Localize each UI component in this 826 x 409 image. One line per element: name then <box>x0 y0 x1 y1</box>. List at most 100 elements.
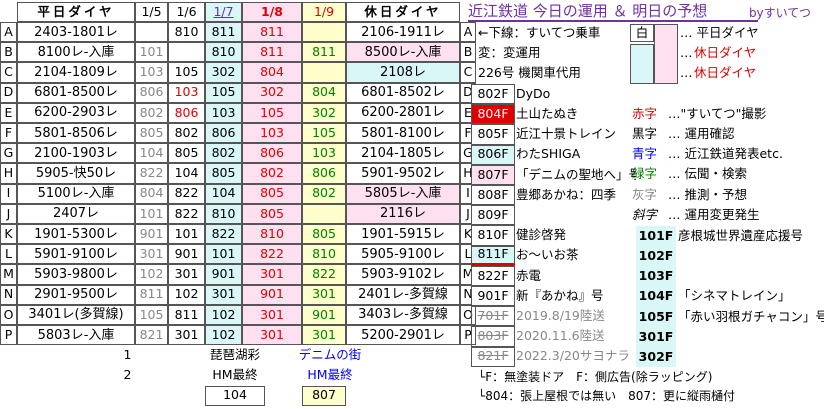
car-G-2: 802 <box>205 143 242 164</box>
car-F-1: 802 <box>168 123 205 144</box>
car-C-1: 105 <box>168 62 205 83</box>
holiday-run-O: 3403レ-多賀線 <box>346 304 460 325</box>
legend-black-desc: … 運用確認 <box>668 125 735 141</box>
row-id-K: K <box>0 224 17 245</box>
weekday-run-A: 2403-1801レ <box>17 22 135 43</box>
car-K-3: 810 <box>242 224 302 245</box>
extra-biwako-0: 琵琶湖彩 <box>209 347 260 363</box>
car-O-2: 102 <box>205 304 242 325</box>
car-L-1: 901 <box>168 244 205 265</box>
car-A-2: 811 <box>205 22 242 43</box>
legend-red-key: 赤字 <box>632 105 658 121</box>
legend-pink-key <box>654 24 678 84</box>
car2-desc-104F: 「シネマトレイン」 <box>678 288 791 304</box>
weekday-run-B: 8100レ-入庫 <box>17 42 135 63</box>
row-id-P: P <box>0 325 17 346</box>
car2-badge-302F: 302F <box>636 347 676 368</box>
row-id-J: J <box>0 203 17 224</box>
car-N-1: 102 <box>168 284 205 305</box>
car-C-4 <box>302 62 346 83</box>
car-badge-804F: 804F <box>471 104 515 125</box>
car-desc-804F: 土山たぬき <box>516 106 579 122</box>
car-desc-821F: 2022.3/20サヨナラ <box>516 348 630 364</box>
car-F-4: 105 <box>302 123 346 144</box>
extra-biwako-1: HM最終 <box>212 367 258 383</box>
car-G-3: 806 <box>242 143 302 164</box>
legend-loco: 226号 機関車代用 <box>478 64 581 80</box>
holiday-run-A: 2106-1911レ <box>346 22 460 43</box>
legend-underline: ←下線：すいてつ乗車 <box>478 24 601 40</box>
holiday-run-N: 2401レ-多賀線 <box>346 284 460 305</box>
extra-label-0: 1 <box>123 347 132 363</box>
car2-desc-105F: 「赤い羽根ガチャコン」号 <box>678 308 824 324</box>
car-M-4: 822 <box>302 264 346 285</box>
car-M-3: 301 <box>242 264 302 285</box>
car-badge-809F: 809F <box>471 205 515 226</box>
car-desc-805F: 近江十景トレイン <box>516 126 617 142</box>
date-header-0: 1/5 <box>135 2 168 22</box>
car-J-4 <box>302 203 346 224</box>
holiday-run-I: 5805レ-入庫 <box>346 183 460 204</box>
legend-green-key: 緑字 <box>632 166 658 182</box>
car-C-2: 302 <box>205 62 242 83</box>
weekday-run-F: 5801-8506レ <box>17 123 135 144</box>
car-D-3: 302 <box>242 82 302 103</box>
row-id-A: A <box>0 22 17 43</box>
legend-white-key: 白 <box>630 24 654 42</box>
car2-badge-105F: 105F <box>636 306 676 327</box>
car-B-1 <box>168 42 205 63</box>
weekday-run-H: 5905-快50レ <box>17 163 135 184</box>
car-H-4: 806 <box>302 163 346 184</box>
car-O-1: 811 <box>168 304 205 325</box>
car-K-2: 822 <box>205 224 242 245</box>
legend-black-key: 黒字 <box>632 125 658 141</box>
car-F-0: 805 <box>135 123 168 144</box>
car-P-0: 821 <box>135 325 168 346</box>
car-O-3: 301 <box>242 304 302 325</box>
car-badge-821F: 821F <box>471 346 515 367</box>
weekday-run-N: 2901-9500レ <box>17 284 135 305</box>
page-title: 近江鉄道 今日の運用 ＆ 明日の予想 <box>468 2 758 22</box>
car-H-3: 802 <box>242 163 302 184</box>
car-badge-811F: 811F <box>471 245 515 266</box>
car-B-0: 101 <box>135 42 168 63</box>
weekday-run-O: 3401レ(多賀線) <box>17 304 135 325</box>
car-E-0: 802 <box>135 102 168 123</box>
car-desc-701F: 2019.8/19陸送 <box>516 308 605 324</box>
holiday-run-G: 2104-1805レ <box>346 143 460 164</box>
car-A-1: 810 <box>168 22 205 43</box>
legend-ital-desc: … 運用変更発生 <box>668 206 760 222</box>
car-A-3: 811 <box>242 22 302 43</box>
holiday-run-B: 8500レ-入庫 <box>346 42 460 63</box>
car-L-0: 301 <box>135 244 168 265</box>
legend-cyan-key <box>630 44 654 84</box>
car-B-2: 810 <box>205 42 242 63</box>
car2-badge-102F: 102F <box>636 246 676 267</box>
car-I-3: 805 <box>242 183 302 204</box>
car-J-3: 805 <box>242 203 302 224</box>
car-E-1: 806 <box>168 102 205 123</box>
car-O-4: 901 <box>302 304 346 325</box>
car2-desc-301F <box>678 327 824 347</box>
car-O-0: 105 <box>135 304 168 325</box>
car2-badge-301F: 301F <box>636 327 676 348</box>
extra-denim-0: デニムの街 <box>298 347 362 363</box>
operation-board: 平日ダイヤ 1/5 1/6 1/7 1/8 1/9 休日ダイヤ 近江鉄道 今日の運用 ＆ 明日… <box>0 0 826 409</box>
car-badge-701F: 701F <box>471 306 515 327</box>
row-id-r-A: A <box>460 22 476 43</box>
car-I-1: 822 <box>168 183 205 204</box>
weekday-run-J: 2407レ <box>17 203 135 224</box>
car-A-4 <box>302 22 346 43</box>
holiday-title: 休日ダイヤ <box>346 2 460 22</box>
row-id-O: O <box>0 304 17 325</box>
extra-v1: 104 <box>205 385 265 406</box>
car-desc-809F <box>516 205 636 225</box>
row-id-M: M <box>0 264 17 285</box>
car-badge-806F: 806F <box>471 144 515 165</box>
car-badge-807F: 807F <box>471 164 515 185</box>
row-id-I: I <box>0 183 17 204</box>
car-E-2: 103 <box>205 102 242 123</box>
car-desc-810F: 健診啓発 <box>516 227 567 243</box>
holiday-run-J: 2116レ <box>346 203 460 224</box>
car2-badge-103F: 103F <box>636 266 676 287</box>
